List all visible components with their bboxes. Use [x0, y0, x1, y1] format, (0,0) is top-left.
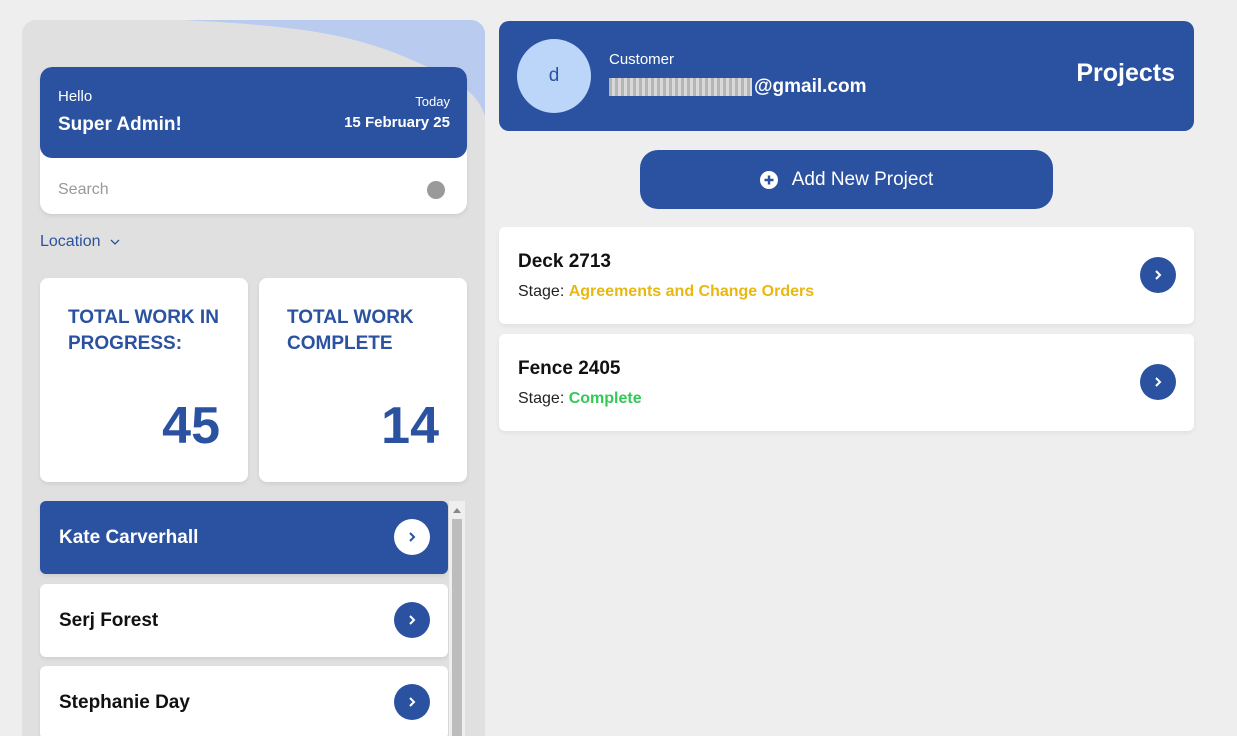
stat-value-wip: 45 — [162, 397, 220, 455]
location-label: Location — [40, 233, 101, 250]
project-stage: Stage: Agreements and Change Orders — [518, 283, 814, 301]
user-name: Kate Carverhall — [59, 527, 199, 548]
stage-label: Stage: — [518, 390, 565, 407]
open-project-button[interactable] — [1140, 257, 1176, 293]
open-project-button[interactable] — [1140, 364, 1176, 400]
project-name: Fence 2405 — [518, 358, 621, 379]
project-card-deck-2713[interactable]: Deck 2713 Stage: Agreements and Change O… — [499, 227, 1194, 324]
greeting-header: Hello Super Admin! Today 15 February 25 — [40, 67, 467, 158]
add-new-project-label: Add New Project — [791, 168, 934, 190]
chevron-right-icon — [409, 697, 416, 707]
today-label: Today — [415, 94, 450, 109]
customer-header: d Customer @gmail.com Projects — [499, 21, 1194, 131]
user-greeting-name: Super Admin! — [58, 114, 182, 135]
project-card-fence-2405[interactable]: Fence 2405 Stage: Complete — [499, 334, 1194, 431]
caret-up-icon — [453, 508, 461, 513]
stat-card-work-complete: TOTAL WORK COMPLETE 14 — [259, 278, 467, 482]
project-name: Deck 2713 — [518, 251, 611, 272]
stat-label-wip: TOTAL WORK IN PROGRESS: — [68, 307, 219, 354]
open-user-button[interactable] — [394, 684, 430, 720]
open-user-button[interactable] — [394, 519, 430, 555]
location-dropdown[interactable]: Location — [40, 233, 121, 251]
chevron-right-icon — [1155, 377, 1162, 387]
chevron-right-icon — [1155, 270, 1162, 280]
scroll-up-arrow[interactable] — [449, 501, 465, 519]
plus-circle-icon — [759, 170, 778, 189]
stage-label: Stage: — [518, 283, 565, 300]
email-domain: @gmail.com — [754, 76, 867, 97]
add-new-project-button[interactable]: Add New Project — [640, 150, 1053, 209]
chevron-down-icon — [110, 239, 119, 245]
avatar: d — [517, 39, 591, 113]
greeting-card: Hello Super Admin! Today 15 February 25 — [40, 67, 467, 214]
redacted-email-local-part — [609, 78, 752, 96]
open-user-button[interactable] — [394, 602, 430, 638]
stage-value: Agreements and Change Orders — [568, 283, 815, 300]
project-stage: Stage: Complete — [518, 390, 642, 408]
stage-value: Complete — [568, 390, 642, 407]
left-panel: Hello Super Admin! Today 15 February 25 … — [22, 20, 485, 736]
user-list-scrollbar[interactable] — [449, 501, 465, 736]
role-label: Customer — [609, 51, 675, 68]
search-icon[interactable] — [427, 181, 445, 199]
hello-text: Hello — [58, 88, 93, 105]
user-list-item-kate-carverhall[interactable]: Kate Carverhall — [40, 501, 448, 574]
user-list-item-stephanie-day[interactable]: Stephanie Day — [40, 666, 448, 736]
stat-card-work-in-progress: TOTAL WORK IN PROGRESS: 45 — [40, 278, 248, 482]
stat-label-complete: TOTAL WORK COMPLETE — [287, 307, 414, 354]
user-name: Stephanie Day — [59, 692, 190, 713]
customer-email: @gmail.com — [609, 76, 867, 98]
user-name: Serj Forest — [59, 610, 159, 631]
page-title: Projects — [1076, 59, 1175, 87]
scrollbar-thumb[interactable] — [452, 519, 462, 736]
chevron-right-icon — [409, 532, 416, 542]
search-input[interactable] — [58, 178, 418, 202]
stat-value-complete: 14 — [381, 397, 439, 455]
chevron-right-icon — [409, 615, 416, 625]
user-list-item-serj-forest[interactable]: Serj Forest — [40, 584, 448, 657]
today-date: 15 February 25 — [344, 114, 450, 131]
